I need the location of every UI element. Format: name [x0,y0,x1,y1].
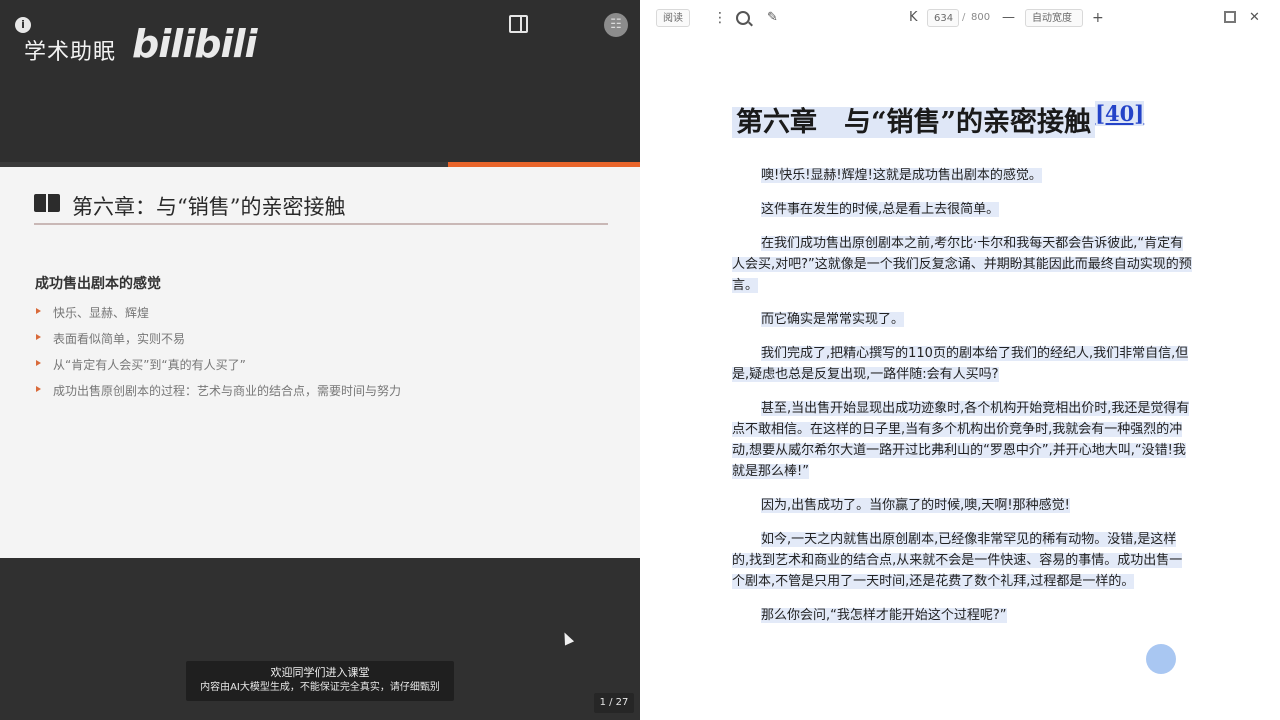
video-player[interactable]: i 学术助眠 bilibili ☷ 第六章：与“销售”的亲密接触 成功售出剧本的… [0,0,640,720]
paragraph-text: 在我们成功售出原创剧本之前,考尔比·卡尔和我每天都会告诉彼此,“肯定有人会买,对… [732,236,1192,293]
paragraph-text: 这件事在发生的时候,总是看上去很简单。 [761,202,1000,217]
paragraph: 我们完成了,把精心撰写的110页的剧本给了我们的经纪人,我们非常自信,但是,疑虑… [732,343,1192,385]
first-page-icon[interactable]: K [909,9,918,27]
lecture-slide: 第六章：与“销售”的亲密接触 成功售出剧本的感觉 快乐、显赫、辉煌 表面看似简单… [0,167,640,558]
paragraph-text: 如今,一天之内就售出原创剧本,已经像非常罕见的稀有动物。没错,是这样的,找到艺术… [732,532,1183,589]
chapter-body: 噢!快乐!显赫!辉煌!这就是成功售出剧本的感觉。 这件事在发生的时候,总是看上去… [732,165,1192,626]
paragraph: 甚至,当出售开始显现出成功迹象时,各个机构开始竞相出价时,我还是觉得有点不敢相信… [732,398,1192,482]
paragraph-text: 而它确实是常常实现了。 [761,312,905,327]
page-number-input[interactable]: 634 [927,9,959,27]
paragraph: 噢!快乐!显赫!辉煌!这就是成功售出剧本的感觉。 [732,165,1192,186]
document-page: 第六章 与“销售”的亲密接触 [40] 噢!快乐!显赫!辉煌!这就是成功售出剧本的… [732,100,1192,626]
paragraph-text: 那么你会问,“我怎样才能开始这个过程呢?” [761,608,1007,623]
slide-bullet: 表面看似简单，实则不易 [36,330,401,356]
document-reader: 阅读 ⋮ ✎ K 634 / 800 — 自动宽度 + ✕ 第六章 与“销售”的… [640,0,1280,720]
slide-bullet-text: 成功出售原创剧本的过程：艺术与商业的结合点，需要时间与努力 [53,384,402,398]
reading-mode-button[interactable]: 阅读 [656,9,690,27]
slide-bullet-text: 表面看似简单，实则不易 [53,332,186,346]
close-icon[interactable]: ✕ [1249,9,1260,27]
subtitle-line-2: 内容由AI大模型生成，不能保证完全真实，请仔细甄别 [200,682,440,693]
avatar[interactable]: ☷ [604,13,628,37]
slide-subheading: 成功售出剧本的感觉 [35,276,161,292]
footnote-link[interactable]: [40] [1095,101,1145,126]
paragraph: 那么你会问,“我怎样才能开始这个过程呢?” [732,605,1192,626]
brand-text: 学术助眠 [24,40,117,65]
reader-toolbar: 阅读 ⋮ ✎ K 634 / 800 — 自动宽度 + ✕ [640,0,1280,36]
paragraph-text: 我们完成了,把精心撰写的110页的剧本给了我们的经纪人,我们非常自信,但是,疑虑… [732,346,1189,382]
bullet-arrow-icon [36,308,41,314]
bullet-arrow-icon [36,360,41,366]
bullet-arrow-icon [36,334,41,340]
bilibili-logo: bilibili [132,22,258,66]
paragraph: 如今,一天之内就售出原创剧本,已经像非常罕见的稀有动物。没错,是这样的,找到艺术… [732,529,1192,592]
subtitle-caption: 欢迎同学们进入课堂 内容由AI大模型生成，不能保证完全真实，请仔细甄别 [186,661,454,701]
fullscreen-icon[interactable] [1224,11,1236,23]
slide-bullet: 快乐、显赫、辉煌 [36,304,401,330]
slide-bullet-text: 快乐、显赫、辉煌 [53,306,150,320]
paragraph: 在我们成功售出原创剧本之前,考尔比·卡尔和我每天都会告诉彼此,“肯定有人会买,对… [732,233,1192,296]
search-icon[interactable] [736,11,750,25]
slide-bullet: 成功出售原创剧本的过程：艺术与商业的结合点，需要时间与努力 [36,382,401,408]
page-total: 800 [971,12,991,23]
bullet-arrow-icon [36,386,41,392]
paragraph: 这件事在发生的时候,总是看上去很简单。 [732,199,1192,220]
slide-title: 第六章：与“销售”的亲密接触 [72,195,346,219]
paragraph-text: 因为,出售成功了。当你赢了的时候,噢,天啊!那种感觉! [761,498,1070,513]
page-separator: / [962,12,966,23]
paragraph-text: 甚至,当出售开始显现出成功迹象时,各个机构开始竞相出价时,我还是觉得有点不敢相信… [732,401,1190,479]
slide-bullet-text: 从“肯定有人会买”到“真的有人买了” [53,358,246,372]
book-icon [34,194,60,214]
subtitle-line-1: 欢迎同学们进入课堂 [270,666,370,679]
slide-page-counter: 1 / 27 [594,693,634,713]
chapter-title-text: 第六章 与“销售”的亲密接触 [732,107,1096,138]
sidebar-toggle-icon[interactable] [509,15,528,33]
zoom-out-icon[interactable]: — [1002,9,1015,27]
slide-bullet-list: 快乐、显赫、辉煌 表面看似简单，实则不易 从“肯定有人会买”到“真的有人买了” … [36,304,401,408]
slide-bullet: 从“肯定有人会买”到“真的有人买了” [36,356,401,382]
more-options-icon[interactable]: ⋮ [713,9,727,27]
zoom-select[interactable]: 自动宽度 [1025,9,1083,27]
zoom-in-icon[interactable]: + [1092,9,1104,27]
chapter-title: 第六章 与“销售”的亲密接触 [40] [732,100,1192,150]
info-icon[interactable]: i [15,17,31,33]
annotate-icon[interactable]: ✎ [767,9,778,27]
paragraph: 而它确实是常常实现了。 [732,309,1192,330]
paragraph: 因为,出售成功了。当你赢了的时候,噢,天啊!那种感觉! [732,495,1192,516]
slide-title-row: 第六章：与“销售”的亲密接触 [34,191,608,225]
video-top-area: i 学术助眠 bilibili ☷ [0,0,640,162]
paragraph-text: 噢!快乐!显赫!辉煌!这就是成功售出剧本的感觉。 [761,168,1042,183]
floating-assistant-button[interactable] [1146,644,1176,674]
mouse-cursor-icon [559,630,575,646]
